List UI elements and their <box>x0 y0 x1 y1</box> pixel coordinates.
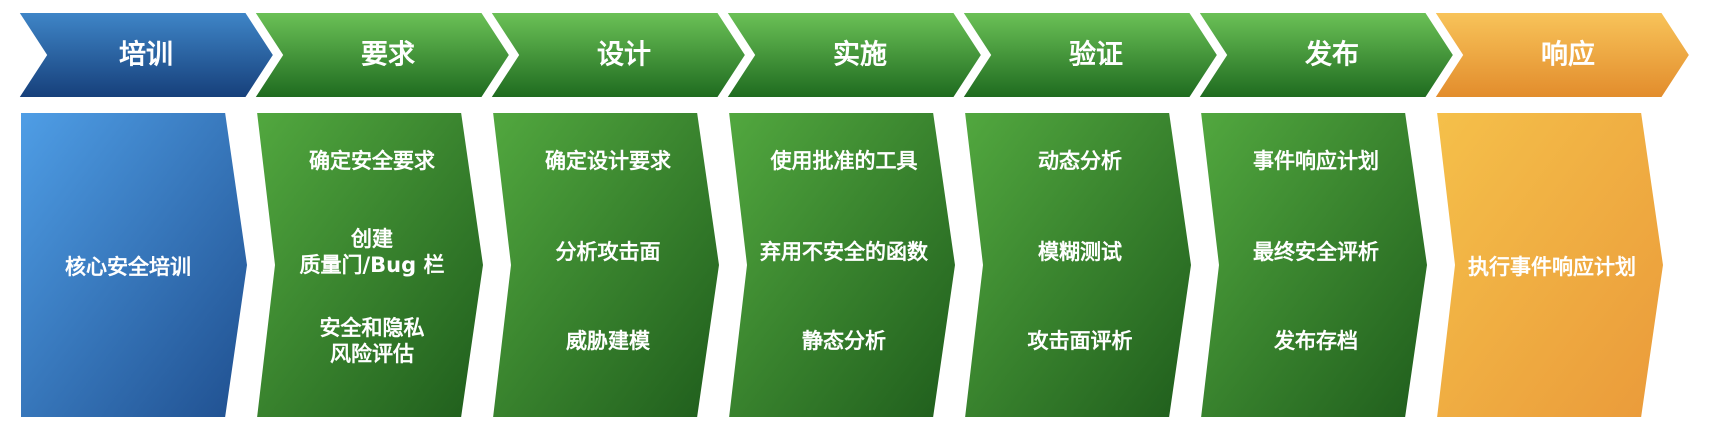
phase-item-line: 质量门/Bug 栏 <box>300 253 445 277</box>
phase-item-line: 威胁建模 <box>566 329 651 353</box>
phase-item-line: 弃用不安全的函数 <box>760 240 929 264</box>
phase-item: 确定安全要求 <box>309 149 435 173</box>
phase-item: 攻击面评析 <box>1028 329 1133 353</box>
phase-item-line: 确定安全要求 <box>309 149 435 173</box>
phase-item: 模糊测试 <box>1038 240 1122 264</box>
phase-bodies: 核心安全培训 确定安全要求创建质量门/Bug 栏安全和隐私风险评估 确定设计要求分析… <box>19 111 1666 419</box>
phase-item: 弃用不安全的函数 <box>760 240 929 264</box>
phase-item-line: 事件响应计划 <box>1253 149 1379 173</box>
phase-item-line: 静态分析 <box>802 329 886 353</box>
phase-item-line: 风险评估 <box>330 342 414 366</box>
phase-item-line: 发布存档 <box>1273 329 1358 353</box>
phase-item-line: 模糊测试 <box>1038 240 1122 264</box>
phase-title: 验证 <box>1069 39 1123 71</box>
phase-item: 静态分析 <box>802 329 886 353</box>
phase-title: 设计 <box>597 40 651 71</box>
phase-item: 威胁建模 <box>566 329 651 353</box>
sdl-process-diagram: 培训 要求 设计 实施 验证 发布 响应 核心安全培训 确定安全要求创建质量门/Bug 栏安全… <box>16 11 1692 419</box>
phase-title: 发布 <box>1304 39 1359 71</box>
phase-item-line: 执行事件响应计划 <box>1468 255 1636 279</box>
phase-item-line: 确定设计要求 <box>545 149 671 173</box>
phase-item: 确定设计要求 <box>545 149 671 173</box>
phase-title: 要求 <box>361 40 415 71</box>
phase-item-line: 安全和隐私 <box>320 316 425 340</box>
phase-item: 发布存档 <box>1273 329 1358 353</box>
phase-title: 实施 <box>833 39 887 71</box>
phase-item-line: 创建 <box>350 227 393 251</box>
phase-item: 最终安全评析 <box>1253 240 1379 264</box>
phase-title: 培训 <box>119 40 173 71</box>
phase-item: 分析攻击面 <box>556 240 661 264</box>
phase-item: 使用批准的工具 <box>770 149 918 173</box>
phase-headers: 培训 要求 设计 实施 验证 发布 响应 <box>16 11 1692 99</box>
phase-item: 动态分析 <box>1038 149 1122 173</box>
phase-item-line: 分析攻击面 <box>556 240 661 264</box>
phase-title: 响应 <box>1541 39 1595 71</box>
phase-item-line: 攻击面评析 <box>1028 329 1133 353</box>
phase-item-line: 最终安全评析 <box>1253 240 1379 264</box>
phase-item-line: 核心安全培训 <box>65 255 191 279</box>
phase-item: 事件响应计划 <box>1253 149 1379 173</box>
phase-item-line: 动态分析 <box>1038 149 1122 173</box>
phase-item: 执行事件响应计划 <box>1468 255 1636 279</box>
phase-item-line: 使用批准的工具 <box>770 149 918 173</box>
phase-item: 核心安全培训 <box>65 255 191 279</box>
